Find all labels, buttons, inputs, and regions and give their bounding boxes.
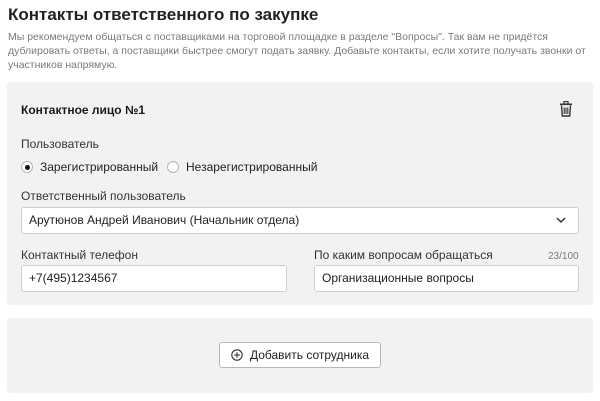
phone-label: Контактный телефон bbox=[21, 248, 138, 262]
responsible-user-value: Арутюнов Андрей Иванович (Начальник отде… bbox=[29, 213, 300, 227]
user-type-label: Пользователь bbox=[21, 137, 99, 151]
radio-registered-label: Зарегистрированный bbox=[40, 160, 159, 174]
add-employee-button[interactable]: Добавить сотрудника bbox=[219, 342, 381, 368]
add-employee-label: Добавить сотрудника bbox=[249, 348, 370, 362]
responsible-user-label: Ответственный пользователь bbox=[21, 189, 186, 203]
add-employee-card: Добавить сотрудника bbox=[7, 318, 593, 393]
phone-input[interactable]: +7(495)1234567 bbox=[21, 265, 287, 292]
chevron-down-icon bbox=[556, 217, 566, 224]
contact-card-title: Контактное лицо №1 bbox=[21, 103, 146, 117]
responsible-user-select[interactable]: Арутюнов Андрей Иванович (Начальник отде… bbox=[21, 207, 579, 234]
page-title: Контакты ответственного по закупке bbox=[8, 5, 319, 24]
topics-label: По каким вопросам обращаться bbox=[314, 248, 493, 262]
phone-value: +7(495)1234567 bbox=[29, 271, 118, 285]
radio-registered-dot[interactable] bbox=[21, 161, 33, 173]
page-description: Мы рекомендуем общаться с поставщиками н… bbox=[8, 31, 586, 71]
radio-unregistered-label: Незарегистрированный bbox=[186, 160, 318, 174]
contact-card: Контактное лицо №1 Пользователь Зарегист… bbox=[7, 82, 593, 305]
radio-unregistered-dot[interactable] bbox=[167, 161, 179, 173]
topics-value: Организационные вопросы bbox=[322, 271, 474, 285]
radio-unregistered[interactable]: Незарегистрированный bbox=[167, 160, 317, 174]
plus-circle-icon bbox=[231, 349, 243, 361]
topics-char-counter: 23/100 bbox=[548, 251, 579, 262]
trash-icon[interactable] bbox=[559, 101, 573, 117]
topics-input[interactable]: Организационные вопросы bbox=[314, 265, 579, 292]
radio-registered[interactable]: Зарегистрированный bbox=[21, 160, 158, 174]
